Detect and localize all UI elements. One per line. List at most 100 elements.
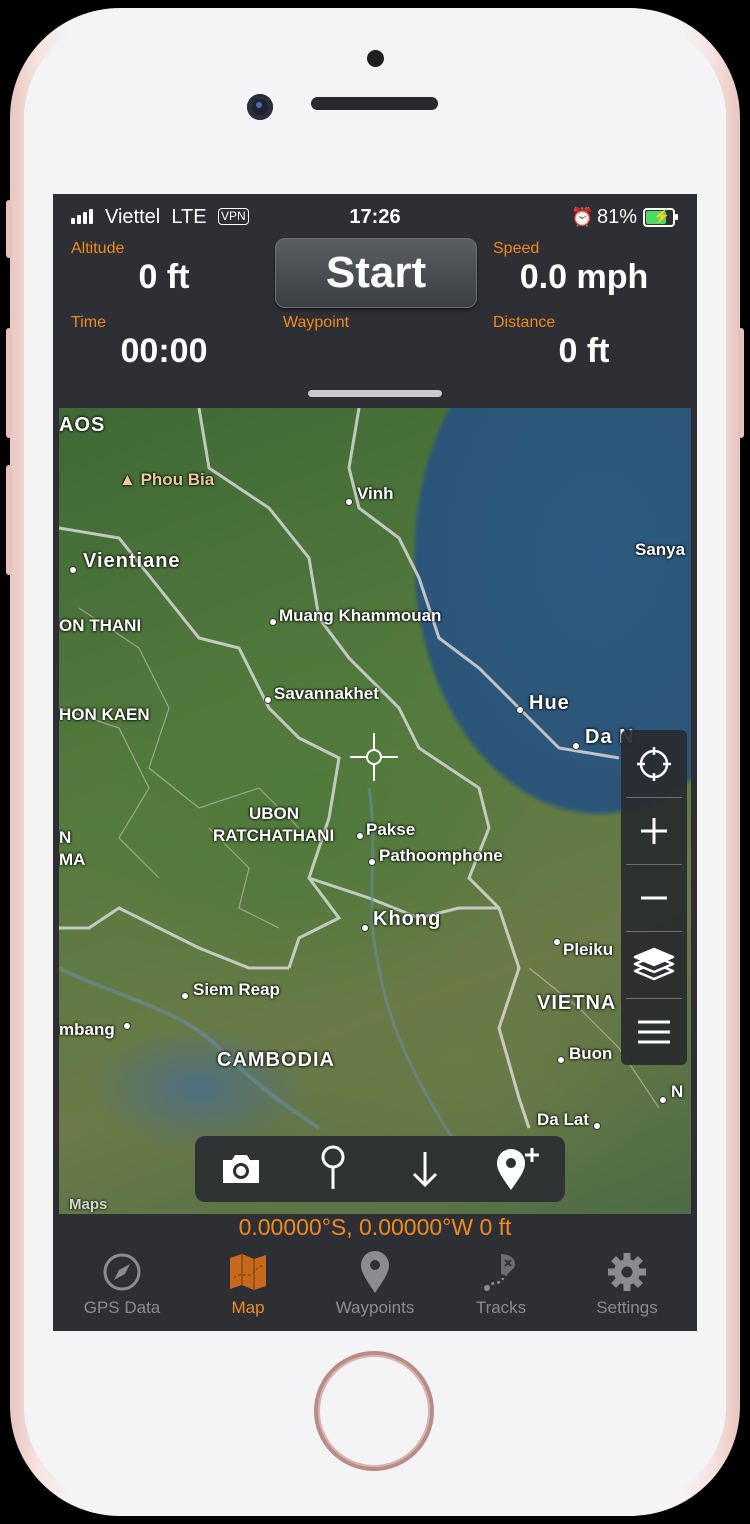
speed-value: 0.0 mph xyxy=(519,258,649,296)
arrow-down-icon xyxy=(412,1152,438,1188)
locate-icon xyxy=(637,746,671,781)
zoom-in-button[interactable] xyxy=(621,797,687,864)
map-label-muang-khammouan: Muang Khammouan xyxy=(279,606,442,625)
altitude-value: 0 ft xyxy=(138,258,190,296)
proximity-sensor xyxy=(367,50,384,67)
speed-label: Speed xyxy=(493,240,540,257)
tab-gps-data[interactable]: GPS Data xyxy=(58,1240,186,1331)
map-dot xyxy=(516,706,524,714)
map-label-nha-trang: N xyxy=(671,1082,684,1101)
altitude-label: Altitude xyxy=(71,240,125,257)
tab-label: GPS Data xyxy=(83,1298,161,1317)
side-button-mute xyxy=(6,200,12,258)
map-label-savannakhet: Savannakhet xyxy=(274,684,379,703)
map-label-pakse: Pakse xyxy=(366,820,416,839)
map-label-phou-bia: ▲ Phou Bia xyxy=(119,470,215,489)
map-label-laos: AOS xyxy=(59,414,106,436)
tracks-icon xyxy=(484,1254,515,1291)
map-layers-button[interactable] xyxy=(621,931,687,998)
alarm-icon: ⏰ xyxy=(571,207,594,227)
map-borders xyxy=(59,408,660,1149)
compass-icon xyxy=(103,1253,141,1291)
locate-button[interactable] xyxy=(621,730,687,797)
tab-label: Tracks xyxy=(475,1298,527,1317)
map-label-cambodia: CAMBODIA xyxy=(217,1049,335,1071)
map-dot xyxy=(361,924,369,932)
map-dot xyxy=(269,618,277,626)
map-dot xyxy=(368,858,376,866)
time-value: 00:00 xyxy=(120,332,208,370)
map-dot xyxy=(345,498,353,506)
map-label-ma: MA xyxy=(59,850,86,869)
camera-icon xyxy=(223,1155,259,1183)
map-label-siem-reap: Siem Reap xyxy=(193,980,280,999)
tab-bar: GPS Data Map Waypoints Tracks Settings xyxy=(53,1240,697,1331)
map-label-khon-kaen: HON KAEN xyxy=(59,705,150,724)
crosshair-icon xyxy=(350,733,398,781)
panel-drag-handle[interactable] xyxy=(308,390,442,397)
map-label-vientiane: Vientiane xyxy=(83,550,181,572)
zoom-out-button[interactable] xyxy=(621,864,687,931)
map-menu-button[interactable] xyxy=(621,998,687,1065)
map-view[interactable]: AOS ▲ Phou Bia Vinh Sanya Vientiane ON T… xyxy=(59,408,691,1214)
map-dot xyxy=(69,566,77,574)
map-dot xyxy=(264,696,272,704)
distance-label: Distance xyxy=(493,314,556,331)
distance-value: 0 ft xyxy=(558,332,610,370)
map-label-hue: Hue xyxy=(529,692,570,714)
tracking-panel: Altitude 0 ft Start Speed 0.0 mph Time 0… xyxy=(59,238,691,404)
pin-icon xyxy=(361,1251,389,1293)
maps-attribution: Maps xyxy=(69,1196,108,1213)
tab-settings[interactable]: Settings xyxy=(563,1240,691,1331)
earpiece xyxy=(311,97,438,110)
map-dot xyxy=(572,742,580,750)
tab-waypoints[interactable]: Waypoints xyxy=(311,1240,439,1331)
battery-percent: 81% xyxy=(597,206,638,228)
map-label-udon-thani: ON THANI xyxy=(59,616,142,635)
map-dot xyxy=(356,832,364,840)
add-pin-icon xyxy=(497,1148,539,1190)
minus-icon xyxy=(641,896,667,899)
map-label-ratchathani: RATCHATHANI xyxy=(213,826,335,845)
start-button[interactable]: Start xyxy=(275,238,477,308)
add-waypoint-button[interactable] xyxy=(471,1136,563,1202)
home-button[interactable] xyxy=(318,1355,430,1467)
tab-label: Map xyxy=(231,1298,265,1317)
map-dot xyxy=(181,992,189,1000)
map-label-n: N xyxy=(59,828,72,847)
tab-label: Settings xyxy=(596,1298,658,1317)
side-button-volume-up xyxy=(6,328,12,438)
battery-icon: ⚡ xyxy=(643,208,678,227)
pushpin-icon xyxy=(321,1145,345,1189)
front-camera xyxy=(247,94,273,120)
tab-map[interactable]: Map xyxy=(184,1240,312,1331)
status-bar: Viettel LTE VPN 17:26 ⏰ 81% ⚡ xyxy=(53,194,697,240)
map-dot xyxy=(593,1122,601,1130)
map-dot xyxy=(553,938,561,946)
map-dot xyxy=(123,1022,131,1030)
map-label-khong: Khong xyxy=(373,908,442,930)
map-label-vietnam: VIETNA xyxy=(537,992,617,1014)
plus-icon xyxy=(641,817,667,844)
map-action-toolbar xyxy=(195,1136,565,1202)
map-label-ubon: UBON xyxy=(249,804,300,823)
photo-button[interactable] xyxy=(195,1136,287,1202)
map-label-battambang: mbang xyxy=(59,1020,115,1039)
gear-icon xyxy=(608,1253,646,1291)
map-dot xyxy=(557,1056,565,1064)
tab-tracks[interactable]: Tracks xyxy=(437,1240,565,1331)
map-dot xyxy=(659,1096,667,1104)
layers-icon xyxy=(633,947,675,980)
side-button-volume-down xyxy=(6,465,12,575)
download-button[interactable] xyxy=(379,1136,471,1202)
map-label-pleiku: Pleiku xyxy=(563,940,614,959)
side-button-power xyxy=(738,328,744,438)
coordinates-readout: 0.00000°S, 0.00000°W 0 ft xyxy=(59,1214,691,1240)
map-label-vinh: Vinh xyxy=(357,484,394,503)
map-controls xyxy=(621,730,687,1065)
hamburger-icon xyxy=(638,1020,670,1043)
map-label-sanya: Sanya xyxy=(635,540,686,559)
drop-pin-button[interactable] xyxy=(287,1136,379,1202)
map-label-pathoomphone: Pathoomphone xyxy=(379,846,503,865)
tab-label: Waypoints xyxy=(335,1298,415,1317)
